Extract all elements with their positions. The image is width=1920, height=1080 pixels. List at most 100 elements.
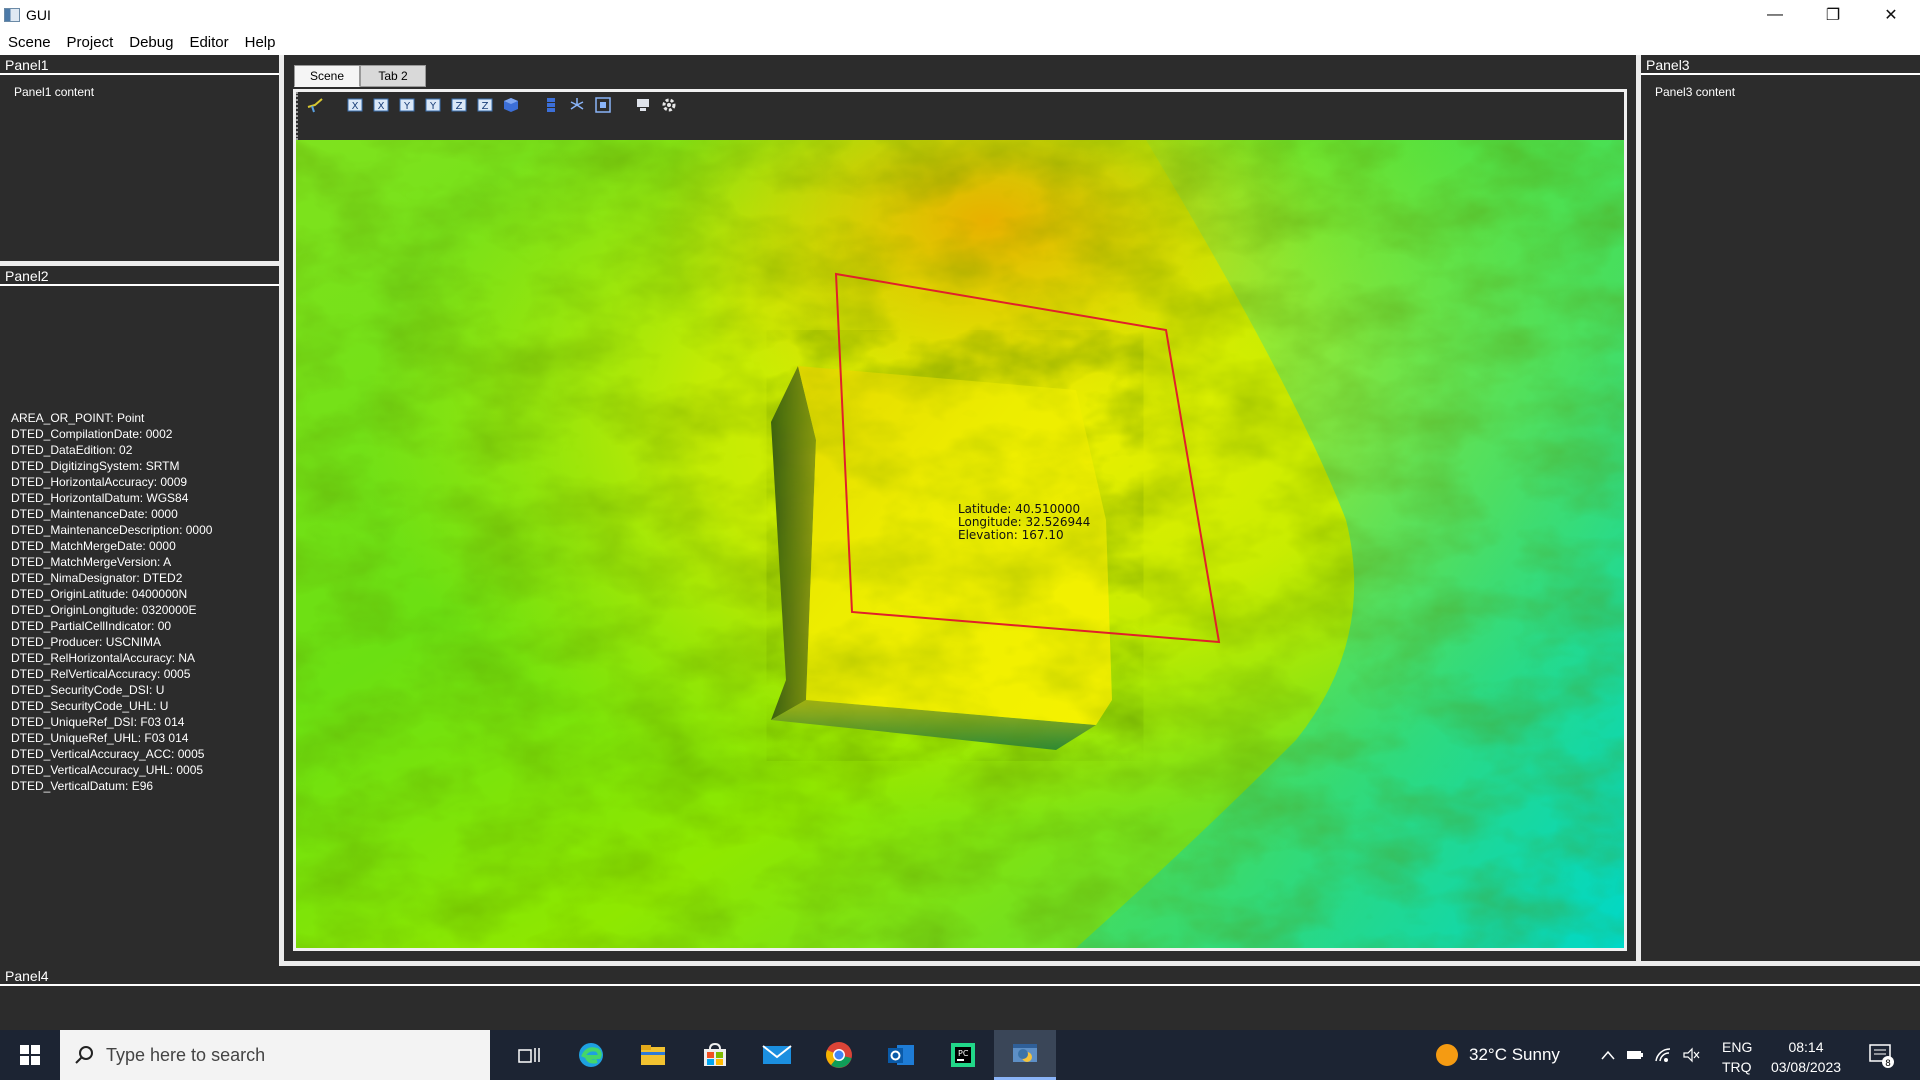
menu-editor[interactable]: Editor xyxy=(189,34,228,51)
search-icon xyxy=(75,1046,93,1064)
language-indicator[interactable]: ENG TRQ xyxy=(1722,1037,1752,1077)
view-x-neg-icon[interactable]: X xyxy=(370,96,392,114)
store-icon[interactable] xyxy=(684,1030,746,1080)
scene-panel: Scene Tab 2 X X Y Y Z Z Latitude: 40.510… xyxy=(284,55,1636,961)
pointer-icon[interactable] xyxy=(304,96,326,114)
tab-bar: Scene Tab 2 xyxy=(294,65,426,87)
view-z-neg-icon[interactable]: Z xyxy=(474,96,496,114)
panel3-title[interactable]: Panel3 xyxy=(1641,55,1920,75)
latitude-readout: Latitude: 40.510000 xyxy=(958,502,1080,516)
metadata-item: DTED_MatchMergeDate: 0000 xyxy=(11,539,176,553)
file-explorer-icon[interactable] xyxy=(622,1030,684,1080)
fit-view-icon[interactable] xyxy=(592,96,614,114)
weather-text: 32°C Sunny xyxy=(1469,1045,1560,1064)
weather-widget[interactable]: 32°C Sunny xyxy=(1435,1030,1560,1080)
start-button[interactable] xyxy=(0,1030,60,1080)
panel4-title[interactable]: Panel4 xyxy=(0,966,1920,986)
view-z-pos-label: Z xyxy=(456,101,463,112)
metadata-item: DTED_DataEdition: 02 xyxy=(11,443,133,457)
metadata-item: DTED_SecurityCode_DSI: U xyxy=(11,683,165,697)
panel1-title[interactable]: Panel1 xyxy=(0,55,279,75)
metadata-item: DTED_DigitizingSystem: SRTM xyxy=(11,459,180,473)
metadata-item: DTED_OriginLatitude: 0400000N xyxy=(11,587,188,601)
metadata-item: DTED_PartialCellIndicator: 00 xyxy=(11,619,172,633)
metadata-item: DTED_Producer: USCNIMA xyxy=(11,635,162,649)
notification-count: 8 xyxy=(1885,1059,1891,1068)
metadata-item: DTED_VerticalAccuracy_ACC: 0005 xyxy=(11,747,205,761)
panel1-content: Panel1 content xyxy=(14,85,95,99)
metadata-item: DTED_VerticalDatum: E96 xyxy=(11,779,154,793)
metadata-list: AREA_OR_POINT: Point DTED_CompilationDate… xyxy=(11,410,212,794)
edge-icon[interactable] xyxy=(560,1030,622,1080)
view-z-pos-icon[interactable]: Z xyxy=(448,96,470,114)
taskbar-search[interactable]: Type here to search xyxy=(60,1030,490,1080)
terrain-viewport[interactable]: Latitude: 40.510000 Longitude: 32.526944… xyxy=(296,140,1624,948)
chevron-up-icon[interactable] xyxy=(1600,1049,1616,1061)
view-y-pos-label: Y xyxy=(403,101,411,112)
chrome-icon[interactable] xyxy=(808,1030,870,1080)
view-z-neg-label: Z xyxy=(482,101,489,112)
tab-scene[interactable]: Scene xyxy=(294,65,360,87)
cube-icon[interactable] xyxy=(500,96,522,114)
taskbar: Type here to search PC 32°C Sunny ENG TR… xyxy=(0,1030,1920,1080)
panel3-content: Panel3 content xyxy=(1655,85,1736,99)
axes-icon[interactable] xyxy=(566,96,588,114)
metadata-item: DTED_RelHorizontalAccuracy: NA xyxy=(11,651,196,665)
mail-icon[interactable] xyxy=(746,1030,808,1080)
search-placeholder: Type here to search xyxy=(106,1044,266,1065)
battery-icon[interactable] xyxy=(1626,1049,1644,1061)
speaker-muted-icon[interactable] xyxy=(1682,1047,1700,1063)
metadata-item: DTED_HorizontalDatum: WGS84 xyxy=(11,491,189,505)
wifi-icon[interactable] xyxy=(1654,1047,1672,1063)
layers-icon[interactable] xyxy=(540,96,562,114)
scene-view: X X Y Y Z Z Latitude: 40.510000 Longitud… xyxy=(293,89,1627,951)
scene-toolbar: X X Y Y Z Z xyxy=(296,92,1624,140)
terrain-render: Latitude: 40.510000 Longitude: 32.526944… xyxy=(296,140,1624,948)
menu-project[interactable]: Project xyxy=(67,34,114,51)
metadata-item: DTED_RelVerticalAccuracy: 0005 xyxy=(11,667,191,681)
menu-bar: Scene Project Debug Editor Help xyxy=(0,29,1920,55)
window-title: GUI xyxy=(26,6,51,23)
metadata-item: DTED_CompilationDate: 0002 xyxy=(11,427,173,441)
restore-button[interactable]: ❐ xyxy=(1804,0,1862,29)
block-top-shading xyxy=(798,366,1112,725)
pycharm-icon[interactable]: PC xyxy=(932,1030,994,1080)
language-primary: ENG xyxy=(1722,1039,1753,1055)
app-icon xyxy=(4,7,20,22)
menu-scene[interactable]: Scene xyxy=(8,34,51,51)
workspace: Panel1 Panel1 content Panel2 AREA_OR_POI… xyxy=(0,55,1920,1030)
metadata-item: DTED_UniqueRef_UHL: F03 014 xyxy=(11,731,189,745)
python-app-icon[interactable] xyxy=(994,1030,1056,1080)
close-button[interactable]: ✕ xyxy=(1862,0,1920,29)
view-x-pos-label: X xyxy=(352,101,359,112)
screenshot-icon[interactable] xyxy=(632,96,654,114)
title-bar: GUI — ❐ ✕ xyxy=(0,0,1920,29)
task-view-icon[interactable] xyxy=(498,1030,560,1080)
view-y-neg-label: Y xyxy=(429,101,437,112)
notification-center-icon[interactable]: 8 xyxy=(1866,1040,1896,1070)
metadata-item: DTED_NimaDesignator: DTED2 xyxy=(11,571,183,585)
minimize-button[interactable]: — xyxy=(1746,0,1804,29)
view-y-pos-icon[interactable]: Y xyxy=(396,96,418,114)
metadata-item: DTED_MaintenanceDate: 0000 xyxy=(11,507,178,521)
metadata-item: AREA_OR_POINT: Point xyxy=(11,411,145,425)
panel1: Panel1 Panel1 content xyxy=(0,55,279,261)
clock[interactable]: 08:14 03/08/2023 xyxy=(1766,1037,1846,1077)
view-y-neg-icon[interactable]: Y xyxy=(422,96,444,114)
view-x-neg-label: X xyxy=(378,101,385,112)
metadata-item: DTED_MatchMergeVersion: A xyxy=(11,555,172,569)
metadata-item: DTED_SecurityCode_UHL: U xyxy=(11,699,169,713)
language-secondary: TRQ xyxy=(1722,1059,1752,1075)
panel3: Panel3 Panel3 content xyxy=(1641,55,1920,961)
view-x-pos-icon[interactable]: X xyxy=(344,96,366,114)
menu-debug[interactable]: Debug xyxy=(129,34,173,51)
menu-help[interactable]: Help xyxy=(245,34,276,51)
elevation-readout: Elevation: 167.10 xyxy=(958,528,1064,542)
panel2-title[interactable]: Panel2 xyxy=(0,266,279,286)
outlook-icon[interactable] xyxy=(870,1030,932,1080)
app-window: GUI — ❐ ✕ Scene Project Debug Editor Hel… xyxy=(0,0,1920,1080)
tab-tab2[interactable]: Tab 2 xyxy=(360,65,426,87)
metadata-item: DTED_HorizontalAccuracy: 0009 xyxy=(11,475,188,489)
settings-icon[interactable] xyxy=(658,96,680,114)
panel4: Panel4 xyxy=(0,966,1920,1030)
